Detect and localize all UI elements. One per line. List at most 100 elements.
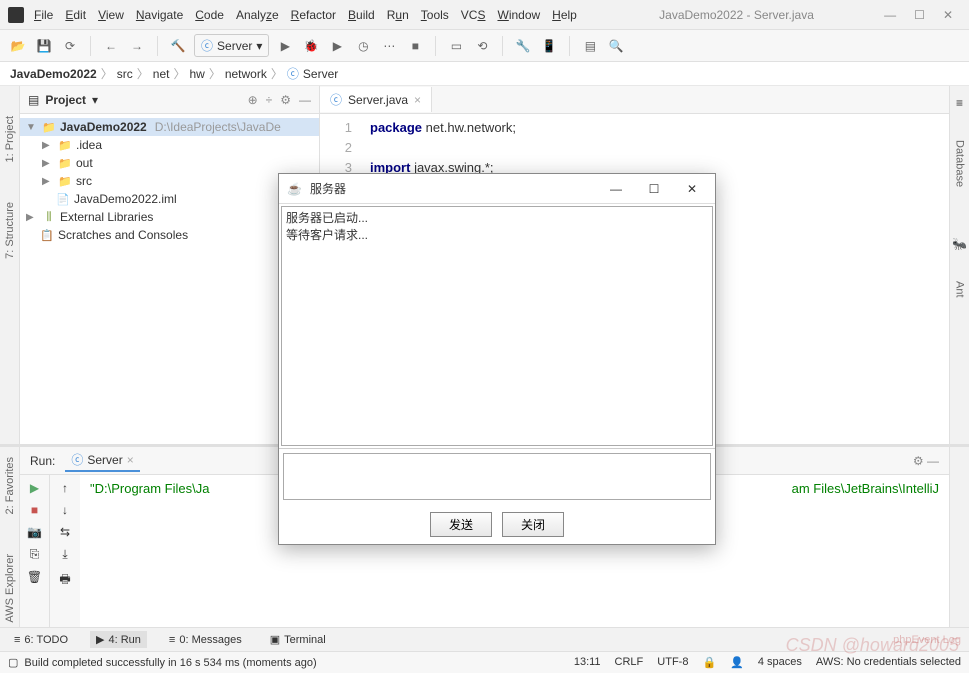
build-icon[interactable]: 🔨 [168, 36, 188, 56]
target-icon[interactable]: ⊕ [248, 93, 258, 107]
gear-icon[interactable]: ⚙ — [913, 454, 939, 468]
tree-root[interactable]: ▼📁 JavaDemo2022D:\IdeaProjects\JavaDe [20, 118, 319, 136]
close-dialog-button[interactable]: 关闭 [502, 512, 564, 537]
structure-icon[interactable]: ▤ [580, 36, 600, 56]
tree-out[interactable]: ▶📁out [20, 154, 319, 172]
stop-run-icon[interactable]: ■ [31, 503, 38, 517]
status-icon[interactable]: ▢ [8, 656, 18, 669]
menu-run[interactable]: Run [387, 8, 409, 22]
minimize-button[interactable]: — [884, 8, 896, 22]
status-encoding[interactable]: UTF-8 [657, 656, 688, 669]
status-indent[interactable]: 4 spaces [758, 656, 802, 669]
hat-icon[interactable]: 👤 [730, 656, 744, 669]
refresh-icon[interactable]: ⟳ [60, 36, 80, 56]
menu-code[interactable]: Code [195, 8, 224, 22]
run-config-selector[interactable]: ⓒ Server ▾ [194, 34, 269, 57]
menu-analyze[interactable]: Analyze [236, 8, 279, 22]
attach-icon[interactable]: ⋯ [379, 36, 399, 56]
crumb-hw[interactable]: hw [189, 67, 204, 81]
wrap-icon[interactable]: ⇆ [60, 525, 70, 539]
layout-icon[interactable]: ▭ [446, 36, 466, 56]
run-config-label: Server [217, 39, 252, 53]
dialog-input-field[interactable] [283, 453, 711, 500]
btab-run[interactable]: ▶ 4: Run [90, 631, 147, 648]
java-icon: ☕ [287, 182, 302, 196]
dialog-output-area[interactable]: 服务器已启动... 等待客户请求... [281, 206, 713, 446]
status-time: 13:11 [574, 656, 601, 669]
rerun-icon[interactable]: ▶ [30, 481, 39, 495]
collapse-icon[interactable]: — [299, 93, 311, 107]
tab-database[interactable]: Database [954, 140, 966, 187]
forward-icon[interactable]: → [127, 36, 147, 56]
debug-icon[interactable]: 🐞 [301, 36, 321, 56]
menu-build[interactable]: Build [348, 8, 375, 22]
send-button[interactable]: 发送 [430, 512, 492, 537]
menu-navigate[interactable]: Navigate [136, 8, 183, 22]
sync-icon[interactable]: ⟲ [472, 36, 492, 56]
scroll-icon[interactable]: ⤓ [62, 547, 67, 562]
stop-icon[interactable]: ■ [405, 36, 425, 56]
dialog-maximize-button[interactable]: ☐ [639, 182, 669, 196]
up-icon[interactable]: ↑ [62, 481, 68, 495]
menu-edit[interactable]: Edit [65, 8, 86, 22]
save-icon[interactable]: 💾 [34, 36, 54, 56]
menu-tools[interactable]: Tools [421, 8, 449, 22]
crumb-net[interactable]: net [153, 67, 170, 81]
run-tab-server[interactable]: ⓒServer× [65, 449, 139, 472]
close-tab-icon[interactable]: × [414, 93, 421, 107]
avd-icon[interactable]: 📱 [539, 36, 559, 56]
coverage-icon[interactable]: ▶ [327, 36, 347, 56]
camera-icon[interactable]: 📷 [27, 525, 42, 539]
db-icon[interactable]: ≡ [956, 96, 963, 110]
tree-external-libs[interactable]: ▶⫼External Libraries [20, 208, 319, 226]
gear-icon[interactable]: ⚙ [280, 93, 291, 107]
status-aws[interactable]: AWS: No credentials selected [816, 656, 961, 669]
tab-project[interactable]: 1: Project [4, 116, 16, 162]
print-icon[interactable]: 🖶 [59, 570, 70, 591]
exit-icon[interactable]: ⎘ [30, 547, 40, 562]
crumb-src[interactable]: src [117, 67, 133, 81]
tab-favorites[interactable]: 2: Favorites [4, 457, 16, 514]
lock-icon[interactable]: 🔒 [702, 656, 716, 669]
btab-todo[interactable]: ≡ 6: TODO [8, 632, 74, 648]
run-icon[interactable]: ▶ [275, 36, 295, 56]
search-icon[interactable]: 🔍 [606, 36, 626, 56]
maximize-button[interactable]: ☐ [914, 8, 925, 22]
editor-tab-server[interactable]: ⓒ Server.java × [320, 87, 432, 112]
tab-structure[interactable]: 7: Structure [4, 202, 16, 259]
crumb-project[interactable]: JavaDemo2022 [10, 67, 97, 81]
menu-refactor[interactable]: Refactor [291, 8, 336, 22]
menu-help[interactable]: Help [552, 8, 577, 22]
menu-view[interactable]: View [98, 8, 124, 22]
tab-ant[interactable]: Ant [954, 281, 966, 298]
tree-idea[interactable]: ▶📁.idea [20, 136, 319, 154]
crumb-server[interactable]: ⓒ Server [287, 65, 338, 82]
dialog-titlebar[interactable]: ☕ 服务器 — ☐ ✕ [279, 174, 715, 204]
chevron-down-icon[interactable]: ▾ [92, 93, 98, 107]
ant-icon[interactable]: 🐜 [952, 237, 967, 251]
divide-icon[interactable]: ÷ [266, 93, 273, 107]
tab-aws-explorer[interactable]: AWS Explorer [4, 554, 16, 623]
btab-terminal[interactable]: ▣ Terminal [264, 631, 332, 648]
menu-window[interactable]: Window [497, 8, 540, 22]
menu-vcs[interactable]: VCS [461, 8, 486, 22]
menu-file[interactable]: File [34, 8, 53, 22]
chevron-down-icon: ▾ [256, 39, 262, 53]
event-log[interactable]: phpEvent Log [893, 634, 961, 646]
tree-src[interactable]: ▶📁src [20, 172, 319, 190]
tree-iml[interactable]: 📄JavaDemo2022.iml [20, 190, 319, 208]
down-icon[interactable]: ↓ [62, 503, 68, 517]
status-lineend[interactable]: CRLF [615, 656, 644, 669]
trash-icon[interactable]: 🗑 [27, 570, 42, 584]
settings-icon[interactable]: 🔧 [513, 36, 533, 56]
dialog-close-button[interactable]: ✕ [677, 182, 707, 196]
btab-messages[interactable]: ≡ 0: Messages [163, 632, 248, 648]
profile-icon[interactable]: ◷ [353, 36, 373, 56]
dialog-minimize-button[interactable]: — [601, 182, 631, 196]
tree-scratches[interactable]: 📋Scratches and Consoles [20, 226, 319, 244]
crumb-network[interactable]: network [225, 67, 267, 81]
close-button[interactable]: ✕ [943, 8, 953, 22]
back-icon[interactable]: ← [101, 36, 121, 56]
open-icon[interactable]: 📂 [8, 36, 28, 56]
project-panel-title[interactable]: Project [45, 93, 86, 107]
